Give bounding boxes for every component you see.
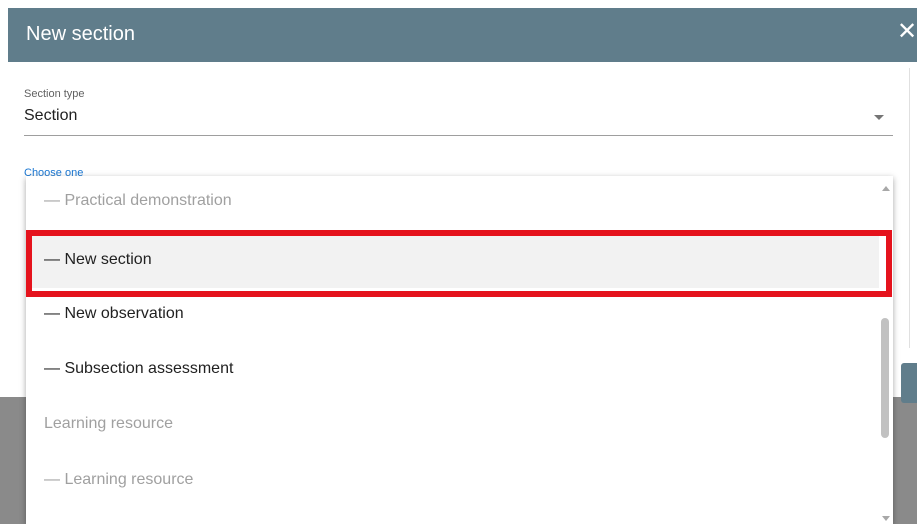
section-type-select[interactable]: Section	[24, 107, 77, 125]
dropdown-option-learning-resource: — Learning resource	[44, 471, 194, 488]
dropdown-group-learning-resource: Learning resource	[44, 415, 173, 432]
section-type-label: Section type	[24, 88, 85, 100]
dropdown-scrollbar[interactable]	[879, 176, 893, 524]
close-icon[interactable]: ✕	[897, 20, 917, 44]
dialog-action-button[interactable]	[901, 363, 917, 403]
dropdown-option-new-observation[interactable]: — New observation	[26, 286, 879, 342]
choose-one-dropdown[interactable]: — Practical demonstration — New section …	[26, 176, 893, 524]
dropdown-option-subsection-assessment[interactable]: — Subsection assessment	[26, 341, 879, 397]
dropdown-option-practical-demonstration: — Practical demonstration	[44, 192, 232, 209]
dialog-header: New section ✕	[8, 8, 917, 62]
section-type-underline	[24, 135, 893, 136]
scroll-down-icon[interactable]	[882, 516, 890, 521]
chevron-down-icon[interactable]	[874, 115, 884, 120]
dialog-title: New section	[26, 23, 135, 45]
divider	[909, 68, 910, 348]
scroll-up-icon[interactable]	[882, 186, 890, 191]
scroll-thumb[interactable]	[881, 318, 889, 438]
screen: New section ✕ Section type Section Choos…	[0, 0, 917, 524]
dropdown-option-new-section[interactable]: — New section	[26, 232, 879, 288]
